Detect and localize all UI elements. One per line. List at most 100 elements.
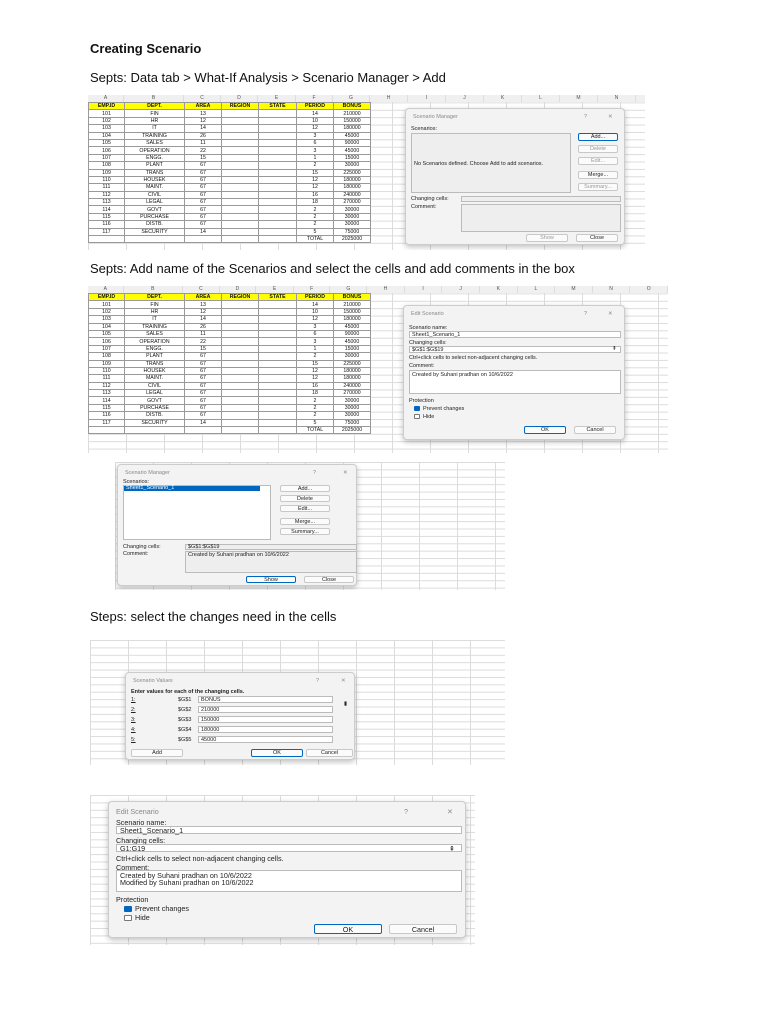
cell[interactable]: IT <box>124 124 185 133</box>
cell[interactable]: 111 <box>88 374 125 383</box>
cell[interactable]: 102 <box>88 116 125 126</box>
cell[interactable]: EMP.ID <box>88 101 125 111</box>
ok-button[interactable]: OK <box>314 924 382 934</box>
cell[interactable]: 2 <box>296 161 334 170</box>
cell[interactable] <box>258 146 297 155</box>
column-header[interactable]: B <box>124 286 183 293</box>
cell[interactable] <box>258 168 297 177</box>
comment-textarea[interactable]: Created by Suhani pradhan on 10/6/2022 M… <box>116 870 462 892</box>
cell[interactable]: 67 <box>184 381 222 391</box>
cell[interactable]: 26 <box>184 131 222 140</box>
cell[interactable] <box>221 235 259 244</box>
cell[interactable]: 180000 <box>333 315 371 324</box>
collapse-dialog-icon[interactable]: ⇞ <box>449 844 455 853</box>
column-header[interactable]: H <box>370 95 408 102</box>
cell[interactable] <box>258 131 297 140</box>
value-input[interactable]: 210000 <box>198 706 333 713</box>
help-icon[interactable]: ? <box>584 311 587 317</box>
column-header[interactable]: A <box>88 286 124 293</box>
cell[interactable] <box>221 198 259 207</box>
cell[interactable]: 30000 <box>333 205 371 214</box>
column-header[interactable]: J <box>442 286 480 293</box>
cancel-button[interactable]: Cancel <box>389 924 457 934</box>
cell[interactable] <box>258 307 297 317</box>
cell[interactable]: 45000 <box>333 337 371 346</box>
cell[interactable]: 2 <box>296 403 334 413</box>
value-input[interactable]: BONUS <box>198 696 333 703</box>
cell[interactable]: 67 <box>184 190 222 200</box>
cell[interactable]: 67 <box>184 403 222 413</box>
cell[interactable] <box>258 116 297 126</box>
cell[interactable] <box>221 344 259 354</box>
add-button[interactable]: Add... <box>280 485 330 492</box>
cell[interactable]: 3 <box>296 322 334 331</box>
cell[interactable] <box>221 131 259 140</box>
cell[interactable]: SALES <box>124 329 185 339</box>
cell[interactable] <box>258 366 297 376</box>
cell[interactable]: 12 <box>296 175 334 185</box>
cell[interactable]: STATE <box>258 292 297 302</box>
cell[interactable]: 67 <box>184 168 222 177</box>
cell[interactable] <box>221 337 259 346</box>
cell[interactable]: 117 <box>88 227 125 237</box>
merge-button[interactable]: Merge... <box>578 171 618 179</box>
scenario-item-selected[interactable]: Sheet1_Scenario_1 <box>124 485 260 491</box>
cell[interactable]: 67 <box>184 183 222 192</box>
cell[interactable]: 12 <box>184 307 222 317</box>
cell[interactable]: LEGAL <box>124 389 185 398</box>
cell[interactable]: 14 <box>296 300 334 309</box>
cell[interactable] <box>221 315 259 324</box>
cell[interactable]: 14 <box>184 124 222 133</box>
cell[interactable]: 30000 <box>333 352 371 361</box>
column-header[interactable]: D <box>221 95 258 102</box>
cell[interactable]: 108 <box>88 352 125 361</box>
add-button[interactable]: Add... <box>578 133 618 141</box>
column-header[interactable]: O <box>630 286 668 293</box>
cell[interactable] <box>221 389 259 398</box>
summary-button[interactable]: Summary... <box>578 183 618 191</box>
cell[interactable] <box>258 315 297 324</box>
cell[interactable]: 6 <box>296 138 334 148</box>
column-header[interactable]: J <box>446 95 484 102</box>
cell[interactable]: 13 <box>184 109 222 118</box>
cell[interactable] <box>221 411 259 420</box>
cell[interactable]: 14 <box>184 227 222 237</box>
cell[interactable]: 15 <box>296 168 334 177</box>
cell[interactable]: 210000 <box>333 300 371 309</box>
column-header[interactable]: N <box>598 95 636 102</box>
cell[interactable] <box>221 175 259 185</box>
add-button[interactable]: Add <box>131 749 183 757</box>
cell[interactable]: 16 <box>296 190 334 200</box>
cell[interactable]: ENGG. <box>124 153 185 163</box>
cell[interactable]: 180000 <box>333 366 371 376</box>
cell[interactable]: 18 <box>296 198 334 207</box>
cell[interactable]: 102 <box>88 307 125 317</box>
column-header[interactable]: H <box>367 286 405 293</box>
cell[interactable]: DEPT. <box>124 292 185 302</box>
cancel-button[interactable]: Cancel <box>574 426 616 434</box>
cell[interactable]: AREA <box>184 101 222 111</box>
cell[interactable] <box>124 426 185 435</box>
cell[interactable]: BONUS <box>333 292 371 302</box>
cell[interactable]: 75000 <box>333 227 371 237</box>
cell[interactable]: 12 <box>296 366 334 376</box>
scenario-name-input[interactable]: Sheet1_Scenario_1 <box>409 331 621 338</box>
cell[interactable]: 67 <box>184 212 222 222</box>
cell[interactable]: HOUSEK <box>124 366 185 376</box>
cell[interactable] <box>258 198 297 207</box>
column-header[interactable]: C <box>183 286 220 293</box>
cell[interactable] <box>221 300 259 309</box>
cell[interactable] <box>258 352 297 361</box>
cell[interactable]: 12 <box>184 116 222 126</box>
cell[interactable] <box>221 366 259 376</box>
cell[interactable] <box>258 235 297 244</box>
cell[interactable] <box>258 124 297 133</box>
cell[interactable]: 107 <box>88 153 125 163</box>
cell[interactable]: STATE <box>258 101 297 111</box>
cell[interactable]: 112 <box>88 190 125 200</box>
cell[interactable]: 75000 <box>333 418 371 428</box>
cell[interactable]: 26 <box>184 322 222 331</box>
cell[interactable]: TRANS <box>124 168 185 177</box>
cell[interactable]: 12 <box>296 124 334 133</box>
cell[interactable]: 67 <box>184 175 222 185</box>
